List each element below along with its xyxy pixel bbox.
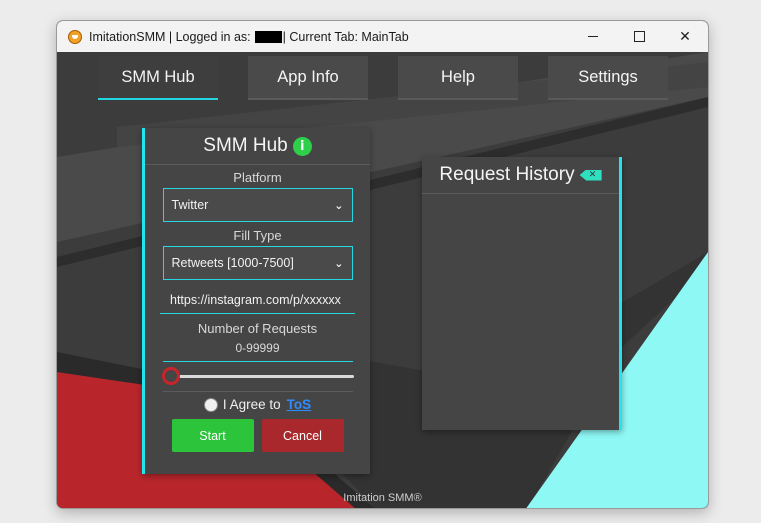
action-buttons: Start Cancel [145,419,370,452]
clear-history-icon[interactable]: ✕ [579,169,602,181]
cancel-button[interactable]: Cancel [261,419,344,452]
requests-slider[interactable] [161,366,354,386]
minimize-icon [588,36,598,37]
post-url-input[interactable]: https://instagram.com/p/xxxxxx [160,286,355,314]
requests-range: 0-99999 [235,341,280,355]
footer-brand: Imitation SMM® [343,492,422,504]
platform-select[interactable]: Twitter ⌄ [162,188,353,222]
agree-text: I Agree to [222,397,281,412]
window-title-prefix: ImitationSMM | Logged in as: [89,29,251,44]
tos-agreement: I Agree to ToS [145,397,370,412]
info-icon[interactable]: i [292,136,312,156]
divider [162,391,353,392]
slider-track[interactable] [171,375,354,378]
close-button[interactable]: ✕ [662,21,708,52]
platform-value: Twitter [171,198,209,212]
fill-type-select[interactable]: Retweets [1000-7500] ⌄ [162,246,353,280]
request-history-list [422,194,619,424]
app-logo-icon [68,29,82,44]
request-history-panel: Request History ✕ [422,157,622,430]
redacted-username [254,30,282,43]
fill-type-value: Retweets [1000-7500] [171,256,294,270]
request-history-header: Request History ✕ [422,157,619,194]
tab-app-info[interactable]: App Info [248,56,368,100]
window-title-suffix: | Current Tab: MainTab [282,29,409,44]
request-history-title: Request History [439,164,575,185]
smm-hub-title: SMM Hub [203,135,288,156]
tab-help[interactable]: Help [398,56,518,100]
tab-smm-hub[interactable]: SMM Hub [98,56,218,100]
start-button[interactable]: Start [171,419,254,452]
title-bar[interactable]: ImitationSMM | Logged in as: | Current T… [57,21,708,52]
main-content: SMM Hub App Info Help Settings SMM Hub i… [57,52,708,508]
close-icon: ✕ [679,28,691,45]
tab-settings[interactable]: Settings [548,56,668,100]
requests-label: Number of Requests [197,321,318,336]
chevron-down-icon: ⌄ [334,256,344,270]
main-nav: SMM Hub App Info Help Settings [57,56,708,100]
app-window: ImitationSMM | Logged in as: | Current T… [56,20,709,509]
tos-link[interactable]: ToS [287,397,312,412]
chevron-down-icon: ⌄ [334,198,344,212]
minimize-button[interactable] [570,21,616,52]
maximize-button[interactable] [616,21,662,52]
smm-hub-panel: SMM Hub i Platform Twitter ⌄ Fill Type R… [142,128,370,474]
smm-hub-header: SMM Hub i [145,128,370,165]
fill-type-label: Fill Type [233,228,282,243]
agree-radio[interactable] [203,397,218,412]
window-title: ImitationSMM | Logged in as: | Current T… [89,30,409,44]
platform-label: Platform [233,170,282,185]
maximize-icon [633,31,645,42]
divider [162,361,353,362]
slider-knob[interactable] [161,367,180,385]
